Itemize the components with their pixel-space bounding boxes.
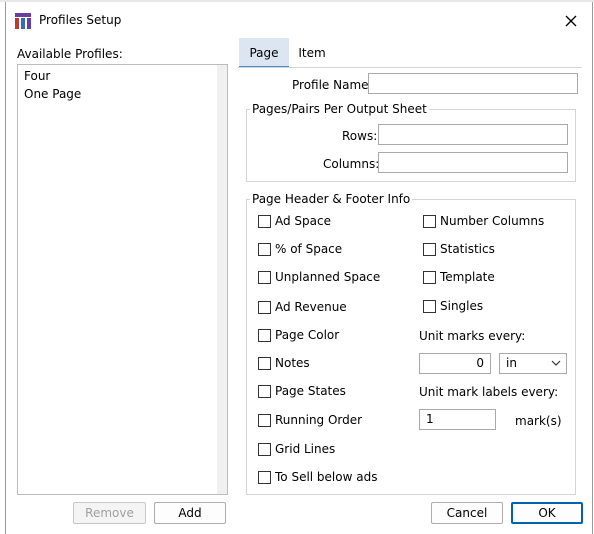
running-order-checkbox[interactable] [258, 414, 271, 427]
profiles-list[interactable]: Four One Page [17, 64, 228, 495]
remove-button[interactable]: Remove [73, 502, 146, 524]
running-order-label: Running Order [275, 413, 363, 427]
pages-per-sheet-title: Pages/Pairs Per Output Sheet [250, 102, 429, 116]
to-sell-below-ads-label: To Sell below ads [275, 470, 378, 484]
unplanned-space-checkbox[interactable] [258, 271, 271, 284]
marks-suffix-label: mark(s) [515, 414, 562, 428]
notes-checkbox[interactable] [258, 357, 271, 370]
close-button[interactable] [556, 8, 586, 34]
tab-divider [238, 67, 582, 68]
number-columns-checkbox[interactable] [423, 215, 436, 228]
statistics-checkbox[interactable] [423, 243, 436, 256]
add-button[interactable]: Add [154, 502, 226, 524]
list-item[interactable]: Four [24, 69, 50, 83]
singles-label: Singles [440, 299, 484, 313]
notes-label: Notes [275, 356, 310, 370]
available-profiles-label: Available Profiles: [17, 47, 123, 61]
profile-name-input[interactable] [368, 73, 578, 94]
columns-label: Columns: [323, 157, 380, 171]
grid-lines-checkbox[interactable] [258, 443, 271, 456]
template-label: Template [440, 270, 495, 284]
columns-input[interactable] [378, 152, 568, 173]
statistics-label: Statistics [440, 242, 495, 256]
profiles-setup-dialog: Profiles Setup Available Profiles: Four … [5, 2, 593, 534]
unit-select[interactable]: in [499, 353, 567, 374]
page-color-checkbox[interactable] [258, 329, 271, 342]
list-scrollbar[interactable] [217, 65, 227, 494]
unit-labels-input[interactable]: 1 [419, 409, 496, 430]
to-sell-below-ads-checkbox[interactable] [258, 471, 271, 484]
header-footer-title: Page Header & Footer Info [250, 192, 413, 206]
ad-revenue-checkbox[interactable] [258, 301, 271, 314]
app-icon [15, 13, 31, 29]
unit-marks-input[interactable]: 0 [419, 353, 491, 374]
window-title: Profiles Setup [39, 13, 122, 27]
close-icon [565, 15, 577, 27]
list-item[interactable]: One Page [24, 87, 81, 101]
unit-labels-label: Unit mark labels every: [419, 385, 559, 399]
ad-space-label: Ad Space [275, 214, 331, 228]
ok-button[interactable]: OK [511, 502, 583, 524]
unit-marks-label: Unit marks every: [419, 329, 526, 343]
cancel-button[interactable]: Cancel [431, 502, 503, 524]
title-bar: Profiles Setup [6, 2, 592, 36]
chevron-down-icon [551, 360, 561, 366]
ad-space-checkbox[interactable] [258, 215, 271, 228]
percent-of-space-checkbox[interactable] [258, 243, 271, 256]
tab-page[interactable]: Page [239, 38, 289, 68]
page-states-checkbox[interactable] [258, 385, 271, 398]
page-color-label: Page Color [275, 328, 340, 342]
rows-input[interactable] [378, 124, 568, 145]
profile-name-label: Profile Name: [292, 78, 373, 92]
page-states-label: Page States [275, 384, 346, 398]
rows-label: Rows: [342, 129, 378, 143]
tab-item[interactable]: Item [291, 38, 333, 68]
number-columns-label: Number Columns [440, 214, 545, 228]
unplanned-space-label: Unplanned Space [275, 270, 381, 284]
grid-lines-label: Grid Lines [275, 442, 336, 456]
template-checkbox[interactable] [423, 271, 436, 284]
ad-revenue-label: Ad Revenue [275, 300, 347, 314]
percent-of-space-label: % of Space [275, 242, 343, 256]
unit-select-value: in [506, 356, 517, 370]
singles-checkbox[interactable] [423, 300, 436, 313]
